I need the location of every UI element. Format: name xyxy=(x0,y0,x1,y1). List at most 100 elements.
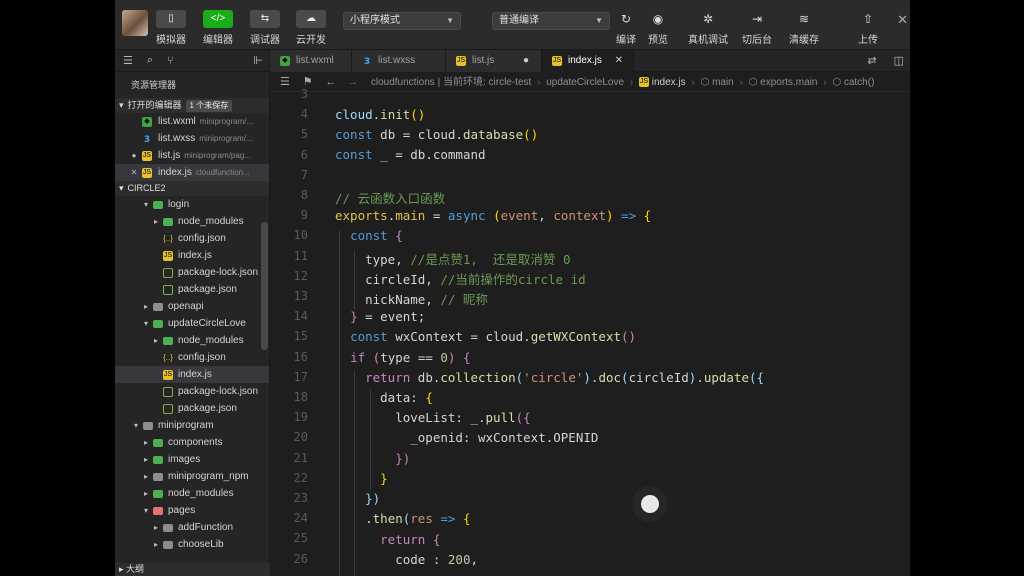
breadcrumb-item[interactable]: catch() xyxy=(844,77,875,88)
folder-item[interactable]: ▸ openapi xyxy=(115,298,269,315)
close-icon[interactable]: ✕ xyxy=(129,164,139,181)
tab-index-js[interactable]: JS index.js ✕ xyxy=(542,50,634,72)
breadcrumb-item[interactable]: main xyxy=(712,77,734,88)
tree-item-label: package-lock.json xyxy=(178,386,259,397)
tree-item-label: index.js xyxy=(178,250,212,261)
split-icon[interactable]: ⊩ xyxy=(253,54,263,67)
editor-button[interactable]: </> 编辑器 xyxy=(196,10,240,46)
chevron-down-icon: ▼ xyxy=(446,16,454,25)
folder-item[interactable]: ▸ node_modules xyxy=(115,332,269,349)
folder-item[interactable]: ▸ node_modules xyxy=(115,213,269,230)
cloud-dev-button[interactable]: ☁ 云开发 xyxy=(289,10,333,46)
line-number: 8 xyxy=(300,188,308,202)
cloud-icon: ☁ xyxy=(296,10,326,28)
compare-icon[interactable]: ⇄ xyxy=(867,55,876,67)
debugger-button[interactable]: ⇆ 调试器 xyxy=(243,10,287,46)
sidebar-toolbar: ☰ ⌕ ⑂ ⊩ xyxy=(115,50,269,72)
chevron-right-icon[interactable]: ▸ xyxy=(151,332,161,349)
upload-button[interactable]: ⇧ 上传 xyxy=(850,10,886,46)
line-number: 6 xyxy=(300,147,308,162)
js-file-icon: JS xyxy=(638,77,649,88)
compile-button[interactable]: ↻ 编译 xyxy=(609,10,643,46)
tab-list-wxss[interactable]: 𝟯 list.wxss xyxy=(352,50,446,72)
folder-item[interactable]: ▸ node_modules xyxy=(115,485,269,502)
split-editor-icon[interactable]: ◫ xyxy=(894,55,904,67)
chevron-down-icon[interactable]: ▾ xyxy=(131,417,141,434)
line-number: 22 xyxy=(293,470,308,485)
line-number: 4 xyxy=(300,107,308,122)
code-line: }) xyxy=(395,451,411,466)
open-editors-header[interactable]: ▾ 打开的编辑器 1 个未保存 xyxy=(115,98,269,113)
open-file-item[interactable]: 𝟯 list.wxss miniprogram/... xyxy=(115,130,269,147)
remote-debug-button[interactable]: ✲ 真机调试 xyxy=(686,10,730,46)
chevron-right-icon[interactable]: ▸ xyxy=(141,485,151,502)
code-line: const wxContext = cloud.getWXContext() xyxy=(350,329,637,344)
file-item[interactable]: {..} config.json xyxy=(115,349,269,366)
chevron-right-icon[interactable]: ▸ xyxy=(141,451,151,468)
chevron-down-icon[interactable]: ▾ xyxy=(141,502,151,519)
search-icon[interactable]: ⌕ xyxy=(147,54,153,67)
chevron-down-icon: ▾ xyxy=(119,100,124,110)
tree-item-label: node_modules xyxy=(168,488,234,499)
file-item[interactable]: package.json xyxy=(115,281,269,298)
line-number: 15 xyxy=(293,329,308,344)
folder-item[interactable]: ▸ addFunction xyxy=(115,519,269,536)
chevron-right-icon[interactable]: ▸ xyxy=(151,536,161,553)
open-file-item[interactable]: ● JS list.js miniprogram/pag... xyxy=(115,147,269,164)
chevron-right-icon[interactable]: ▸ xyxy=(141,434,151,451)
file-item[interactable]: package.json xyxy=(115,400,269,417)
folder-item[interactable]: ▸ components xyxy=(115,434,269,451)
clear-cache-button[interactable]: ≋ 清缓存 xyxy=(786,10,822,46)
chevron-right-icon[interactable]: ▸ xyxy=(151,213,161,230)
folder-item[interactable]: ▾ updateCircleLove xyxy=(115,315,269,332)
folder-item[interactable]: ▾ login xyxy=(115,196,269,213)
project-header[interactable]: ▾ CIRCLE2 xyxy=(115,181,269,196)
mode-select[interactable]: 小程序模式 ▼ xyxy=(343,12,461,30)
list-icon[interactable]: ☰ xyxy=(123,54,133,67)
tab-list-js[interactable]: JS list.js ● xyxy=(446,50,542,72)
chevron-right-icon[interactable]: ▸ xyxy=(141,468,151,485)
simulator-button[interactable]: ▯ 模拟器 xyxy=(149,10,193,46)
code-area[interactable]: cloud.init() const db = cloud.database()… xyxy=(270,87,910,576)
file-item[interactable]: JS index.js xyxy=(115,366,269,383)
folder-item[interactable]: ▸ images xyxy=(115,451,269,468)
unsaved-dot-icon[interactable]: ● xyxy=(523,50,529,72)
code-line: }) xyxy=(365,491,381,506)
breadcrumb-item[interactable]: index.js xyxy=(652,77,686,88)
file-item[interactable]: package-lock.json xyxy=(115,264,269,281)
back-arrow-icon[interactable]: ← xyxy=(325,76,336,88)
folder-item[interactable]: ▾ miniprogram xyxy=(115,417,269,434)
folder-item[interactable]: ▾ pages xyxy=(115,502,269,519)
open-file-item[interactable]: ✕ JS index.js cloudfunction... xyxy=(115,164,269,181)
open-file-item[interactable]: ◆ list.wxml miniprogram/... xyxy=(115,113,269,130)
chevron-right-icon[interactable]: ▸ xyxy=(141,298,151,315)
folder-item[interactable]: ▸ miniprogram_npm xyxy=(115,468,269,485)
tab-list-wxml[interactable]: ◆ list.wxml xyxy=(270,50,352,72)
file-item[interactable]: {..} config.json xyxy=(115,230,269,247)
cube-icon: ⬡ xyxy=(832,77,842,88)
indent-guide xyxy=(354,250,355,310)
code-line: if (type == 0) { xyxy=(350,350,471,365)
breadcrumb-item[interactable]: updateCircleLove xyxy=(546,77,624,88)
chevron-right-icon[interactable]: ▸ xyxy=(151,519,161,536)
chevron-down-icon: ▼ xyxy=(595,16,603,25)
code-line: _openid: wxContext.OPENID xyxy=(335,430,599,445)
branch-icon[interactable]: ⑂ xyxy=(167,55,174,67)
line-number: 23 xyxy=(293,491,308,505)
unsaved-dot-icon[interactable]: ● xyxy=(129,147,139,164)
background-button[interactable]: ⇥ 切后台 xyxy=(739,10,775,46)
chevron-down-icon[interactable]: ▾ xyxy=(141,196,151,213)
folder-item[interactable]: ▸ chooseLib xyxy=(115,536,269,553)
forward-arrow-icon[interactable]: → xyxy=(347,76,358,88)
chevron-down-icon[interactable]: ▾ xyxy=(141,315,151,332)
compile-select[interactable]: 普通编译 ▼ xyxy=(492,12,610,30)
close-icon[interactable]: ✕ xyxy=(615,50,623,72)
file-item[interactable]: JS index.js xyxy=(115,247,269,264)
preview-button[interactable]: ◉ 预览 xyxy=(641,10,675,46)
sidebar-scrollbar[interactable] xyxy=(261,222,268,350)
outline-header[interactable]: ▸ 大纲 xyxy=(115,563,270,576)
avatar[interactable] xyxy=(122,10,148,36)
close-icon[interactable]: ✕ xyxy=(897,12,908,28)
file-item[interactable]: package-lock.json xyxy=(115,383,269,400)
breadcrumb-item[interactable]: exports.main xyxy=(760,77,817,88)
